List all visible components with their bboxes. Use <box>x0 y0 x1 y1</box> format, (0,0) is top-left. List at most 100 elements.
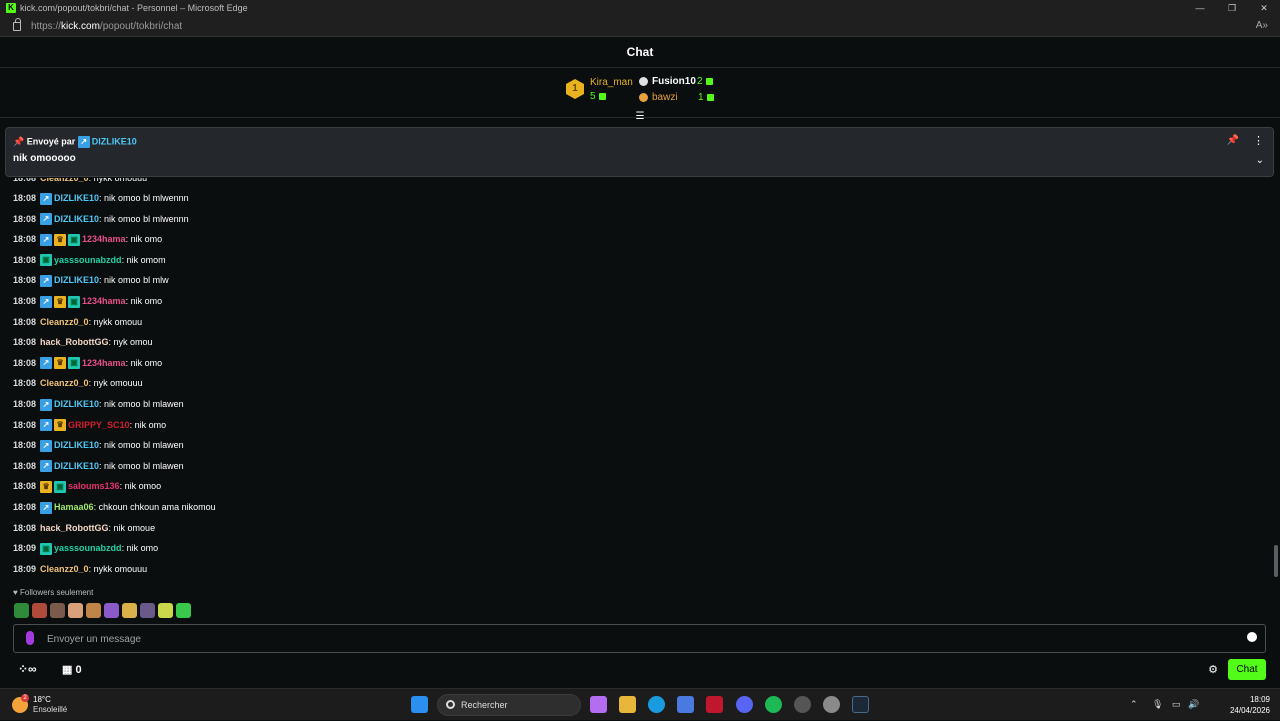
message-username[interactable]: yasssounabzdd <box>54 255 122 265</box>
minimize-button[interactable]: — <box>1184 0 1216 16</box>
emote-icon[interactable] <box>176 603 191 618</box>
chat-message[interactable]: 18:08 ↗ DIZLIKE10: nik omoo bl mlwennn <box>13 191 189 205</box>
emote-icon[interactable] <box>104 603 119 618</box>
message-username[interactable]: hack_RobottGG <box>40 337 109 347</box>
chevron-up-icon[interactable]: ⌃ <box>1130 699 1138 710</box>
send-chat-button[interactable]: Chat <box>1228 659 1266 680</box>
windows-start-icon[interactable] <box>411 696 428 713</box>
message-username[interactable]: Cleanzz0_0 <box>40 317 89 327</box>
chat-message[interactable]: 18:08 ↗ ♛ ▣ 1234hama: nik omo <box>13 232 162 246</box>
chatgpt-icon[interactable] <box>794 696 811 713</box>
network-icon[interactable]: ▭ <box>1172 699 1181 710</box>
more-options-icon[interactable]: ⋮ <box>1253 134 1264 147</box>
emote-icon[interactable] <box>32 603 47 618</box>
message-username[interactable]: Cleanzz0_0 <box>40 564 89 574</box>
edge-icon[interactable] <box>648 696 665 713</box>
settings-gear-icon[interactable]: ⚙ <box>1208 663 1218 676</box>
message-username[interactable]: saloums136 <box>68 481 120 491</box>
chat-message[interactable]: 18:08 ↗ ♛ ▣ 1234hama: nik omo <box>13 294 162 308</box>
chat-message[interactable]: 18:08 ▣ yasssounabzdd: nik omom <box>13 253 166 267</box>
emote-icon[interactable] <box>122 603 137 618</box>
message-text: : nik omo <box>125 296 163 306</box>
emote-icon[interactable] <box>14 603 29 618</box>
emoji-picker-icon[interactable] <box>1247 632 1257 642</box>
subscriber-badge-icon: ▣ <box>68 295 81 308</box>
close-button[interactable]: ✕ <box>1248 0 1280 16</box>
chevron-down-icon[interactable]: ⌄ <box>1256 155 1264 166</box>
copilot-icon[interactable] <box>590 696 607 713</box>
emote-icon[interactable] <box>86 603 101 618</box>
chat-message[interactable]: 18:08 Cleanzz0_0: nykk omouu <box>13 315 142 329</box>
channel-points-icon[interactable]: ⁘∞ <box>18 662 37 676</box>
restore-button[interactable]: ❐ <box>1216 0 1248 16</box>
chat-message[interactable]: 18:08 ↗ DIZLIKE10: nik omoo bl mlawen <box>13 459 184 473</box>
message-username[interactable]: 1234hama <box>82 296 126 306</box>
message-username[interactable]: DIZLIKE10 <box>54 461 99 471</box>
message-time: 18:08 <box>13 502 37 512</box>
chat-message[interactable]: 18:08 hack_RobottGG: nyk omou <box>13 335 153 349</box>
chat-message[interactable]: 18:08 ↗ Hamaa06: chkoun chkoun ama nikomou <box>13 500 216 514</box>
chat-message[interactable]: 18:09 ▣ yasssounabzdd: nik omo <box>13 541 158 555</box>
message-username[interactable]: DIZLIKE10 <box>54 275 99 285</box>
pinned-sender[interactable]: DIZLIKE10 <box>92 136 137 146</box>
pinned-sender-line: 📌 Envoyé par ↗ DIZLIKE10 <box>13 136 137 148</box>
clock[interactable]: 18:09 24/04/2026 <box>1230 694 1270 716</box>
message-username[interactable]: DIZLIKE10 <box>54 214 99 224</box>
chat-message[interactable]: 18:08 ↗ DIZLIKE10: nik omoo bl mlw <box>13 273 169 288</box>
message-time: 18:08 <box>13 178 37 183</box>
message-username[interactable]: Cleanzz0_0 <box>40 178 89 183</box>
chat-message[interactable]: 18:08 hack_RobottGG: nik omoue <box>13 521 155 535</box>
message-username[interactable]: Hamaa06 <box>54 502 94 512</box>
chat-message[interactable]: 18:08 ↗ DIZLIKE10: nik omoo bl mlawen <box>13 397 184 411</box>
file-explorer-icon[interactable] <box>619 696 636 713</box>
emote-icon[interactable] <box>140 603 155 618</box>
weather-widget[interactable]: 2 18°C Ensoleillé <box>12 694 82 716</box>
message-username[interactable]: hack_RobottGG <box>40 523 109 533</box>
pinned-message[interactable]: 📌 Envoyé par ↗ DIZLIKE10 nik omooooo 📌 ⋮ … <box>5 127 1274 177</box>
chat-message[interactable]: 18:08 ♛ ▣ saloums136: nik omoo <box>13 479 161 494</box>
emote-icon[interactable] <box>158 603 173 618</box>
emote-icon[interactable] <box>68 603 83 618</box>
unpin-icon[interactable]: 📌 <box>1227 135 1239 146</box>
emote-icon[interactable] <box>50 603 65 618</box>
message-username[interactable]: DIZLIKE10 <box>54 399 99 409</box>
chat-message[interactable]: 18:09 Cleanzz0_0: nykk omouuu <box>13 562 147 576</box>
chat-message[interactable]: 18:08 Cleanzz0_0: nyk omouuu <box>13 376 143 390</box>
microsoft-store-icon[interactable] <box>677 696 694 713</box>
message-username[interactable]: Cleanzz0_0 <box>40 378 89 388</box>
message-input[interactable] <box>47 631 1227 647</box>
message-username[interactable]: DIZLIKE10 <box>54 440 99 450</box>
message-text: : nykk omouuu <box>88 563 148 574</box>
chat-message[interactable]: 18:08 ↗ ♛ GRIPPY_SC10: nik omo <box>13 418 166 432</box>
microphone-icon[interactable] <box>26 631 34 645</box>
message-username[interactable]: 1234hama <box>82 358 126 368</box>
discord-icon[interactable] <box>736 696 753 713</box>
spotify-icon[interactable] <box>765 696 782 713</box>
address-bar[interactable]: https://kick.com/popout/tokbri/chat A» <box>0 16 1280 37</box>
leaderboard-third[interactable]: bawzi 1 <box>639 92 714 103</box>
settings-icon[interactable] <box>823 696 840 713</box>
chat-message[interactable]: 18:08 ↗ DIZLIKE10: nik omoo bl mlwennn <box>13 212 189 226</box>
store-button[interactable]: ▦ 0 <box>62 663 82 676</box>
lock-icon[interactable] <box>13 17 21 31</box>
chat-message[interactable]: 18:08 ↗ ♛ ▣ 1234hama: nik omo <box>13 356 162 370</box>
leaderboard-second[interactable]: Fusion10 2 <box>639 76 713 87</box>
taskbar-search[interactable]: Rechercher <box>437 694 581 716</box>
chat-messages[interactable]: 18:08 Cleanzz0_0: nykk omouuu 18:08 ↗ DIZLIK… <box>0 178 1272 584</box>
microphone-tray-icon[interactable]: 🎙 <box>1152 699 1163 710</box>
message-username[interactable]: DIZLIKE10 <box>54 193 99 203</box>
scrollbar[interactable] <box>1274 545 1278 577</box>
message-username[interactable]: GRIPPY_SC10 <box>68 420 130 430</box>
chat-message[interactable]: 18:08 ↗ DIZLIKE10: nik omoo bl mlawen <box>13 438 184 452</box>
steam-icon[interactable] <box>852 696 869 713</box>
chat-message[interactable]: 18:08 Cleanzz0_0: nykk omouuu <box>13 178 147 185</box>
read-aloud-icon[interactable]: A» <box>1256 20 1268 31</box>
message-username[interactable]: 1234hama <box>82 234 126 244</box>
chat-input-box[interactable] <box>13 624 1266 653</box>
message-time: 18:08 <box>13 460 37 471</box>
vip-crown-icon: ♛ <box>54 233 67 246</box>
message-username[interactable]: yasssounabzdd <box>54 543 122 553</box>
gift-leaderboard: 1 Kira_man 5 Fusion10 2 bawzi 1 <box>0 72 1280 116</box>
app-icon[interactable] <box>706 696 723 713</box>
volume-icon[interactable]: 🔊 <box>1188 699 1199 710</box>
